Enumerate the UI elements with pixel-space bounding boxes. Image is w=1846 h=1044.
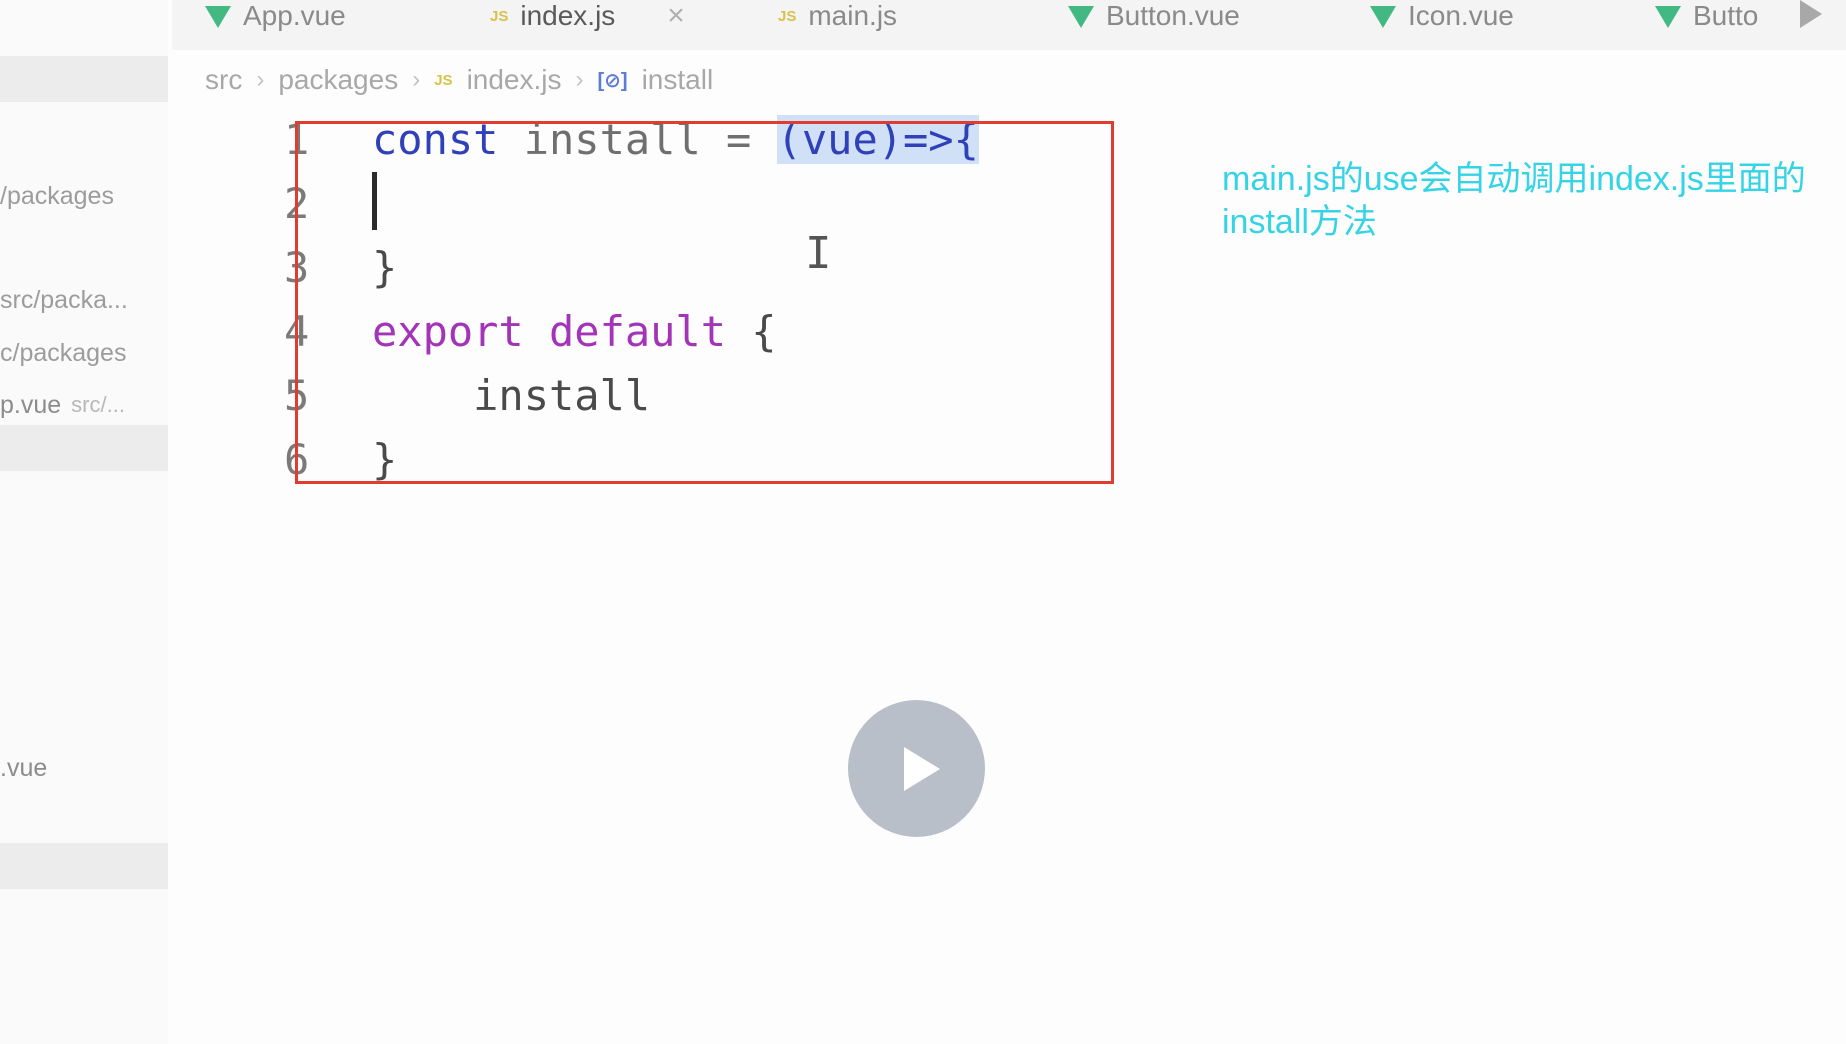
chevron-right-icon: › xyxy=(256,66,265,93)
sidebar-item[interactable]: .vue xyxy=(0,745,168,791)
breadcrumb-symbol[interactable]: install xyxy=(642,64,714,96)
sidebar-item-path: src/... xyxy=(71,392,125,417)
tab-label: App.vue xyxy=(243,0,346,31)
sidebar-item-label: /packages xyxy=(0,181,114,210)
play-icon xyxy=(903,746,940,791)
close-icon[interactable]: × xyxy=(667,0,685,33)
vue-icon xyxy=(205,6,231,28)
vue-icon xyxy=(1068,6,1094,28)
chevron-right-icon: › xyxy=(412,66,421,93)
annotation-text: main.js的use会自动调用index.js里面的install方法 xyxy=(1222,160,1806,241)
vue-icon xyxy=(1370,6,1396,28)
chevron-right-icon: › xyxy=(575,66,584,93)
sidebar-item[interactable]: p.vue src/... xyxy=(0,382,168,428)
breadcrumb: src › packages › JS index.js › [⊘] insta… xyxy=(205,60,713,100)
editor-tab-bar xyxy=(172,0,1846,50)
js-icon: JS xyxy=(778,7,797,25)
breadcrumb-file[interactable]: index.js xyxy=(467,64,562,96)
tab-label: index.js xyxy=(520,0,616,31)
play-button[interactable] xyxy=(848,700,985,837)
tab-app-vue[interactable]: App.vue xyxy=(205,0,346,32)
tab-label: Icon.vue xyxy=(1408,0,1514,31)
breadcrumb-src[interactable]: src xyxy=(205,64,242,96)
tab-button-truncated[interactable]: Butto xyxy=(1655,0,1758,32)
sidebar-item[interactable]: c/packages xyxy=(0,330,168,376)
sidebar-item[interactable]: /packages xyxy=(0,173,168,219)
sidebar-item[interactable]: src/packa... xyxy=(0,277,168,323)
variable-symbol-icon: [⊘] xyxy=(597,69,628,92)
tab-index-js[interactable]: JS index.js × xyxy=(490,0,685,32)
explorer-sidebar: /packages src/packa... c/packages p.vue … xyxy=(0,0,168,1044)
run-icon[interactable] xyxy=(1800,0,1822,28)
highlight-box xyxy=(295,121,1114,484)
tab-label: main.js xyxy=(808,0,898,31)
tab-button-vue[interactable]: Button.vue xyxy=(1068,0,1240,32)
js-icon: JS xyxy=(490,7,509,25)
tab-icon-vue[interactable]: Icon.vue xyxy=(1370,0,1514,32)
sidebar-row-highlight[interactable] xyxy=(0,843,168,889)
sidebar-item-label: p.vue xyxy=(0,390,62,419)
video-frame: /packages src/packa... c/packages p.vue … xyxy=(0,0,1846,1044)
sidebar-row-highlight[interactable] xyxy=(0,425,168,471)
tab-main-js[interactable]: JS main.js xyxy=(778,0,897,32)
js-icon: JS xyxy=(434,71,453,89)
tab-label: Butto xyxy=(1693,0,1759,31)
sidebar-item-label: c/packages xyxy=(0,338,127,367)
breadcrumb-packages[interactable]: packages xyxy=(278,64,398,96)
tab-label: Button.vue xyxy=(1106,0,1240,31)
sidebar-row-selected[interactable] xyxy=(0,56,168,102)
sidebar-item-label: .vue xyxy=(0,753,48,782)
vue-icon xyxy=(1655,6,1681,28)
sidebar-item-label: src/packa... xyxy=(0,285,128,314)
